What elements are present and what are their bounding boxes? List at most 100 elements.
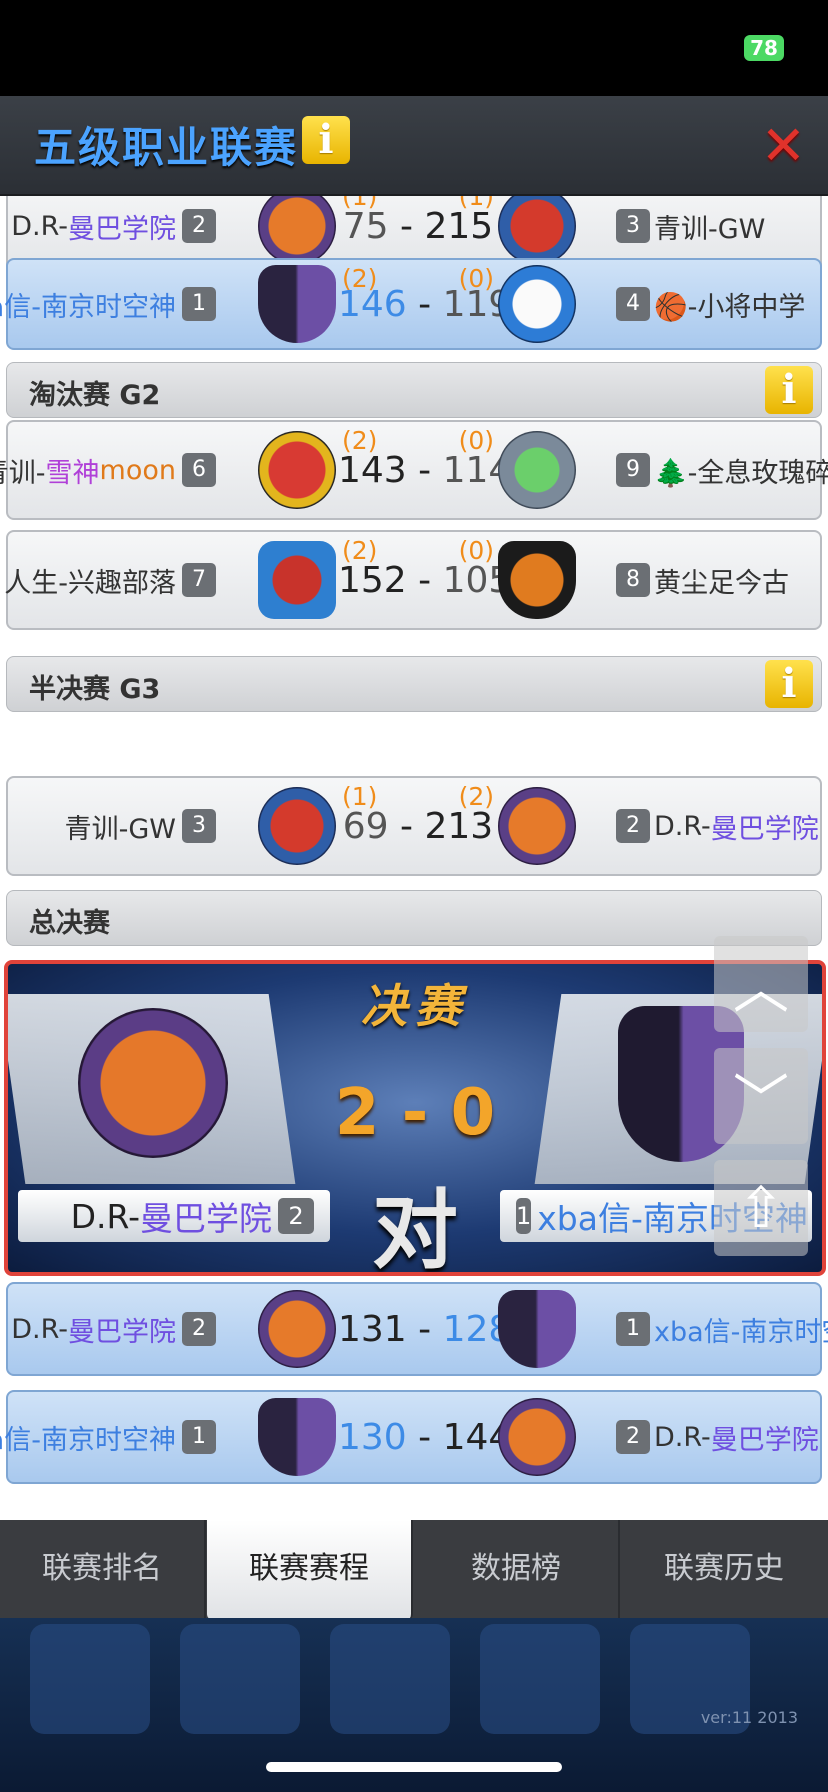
team-left: 人生-兴趣部落 7 — [4, 532, 216, 628]
tab-league-history[interactable]: 联赛历史 — [621, 1520, 827, 1618]
team-logo-icon — [498, 196, 576, 265]
tab-stats[interactable]: 数据榜 — [414, 1520, 620, 1618]
team-logo-icon — [258, 787, 336, 865]
scroll-down-button[interactable]: ﹀ — [714, 1048, 808, 1144]
team-logo-icon — [258, 431, 336, 509]
info-icon[interactable]: i — [765, 660, 813, 708]
team-logo-icon — [258, 265, 336, 343]
score: 146 - 119 — [338, 284, 512, 325]
section-header-g2: 淘汰赛 G2 i — [6, 362, 822, 418]
score: 152 - 105 — [338, 560, 512, 601]
seed-badge: 2 — [182, 209, 216, 243]
match-row[interactable]: xba信-南京时空神1 130 - 144 2D.R-曼巴学院 — [0, 1390, 822, 1484]
team-name: 雪神 — [45, 457, 100, 489]
team-name: xba信-南京时空神 — [654, 1316, 828, 1348]
team-logo-icon — [258, 541, 336, 619]
version-label: ver:11 2013 — [700, 1708, 798, 1727]
match-row[interactable]: D.R-曼巴学院2 131 - 128 1xba信-南京时空神 — [6, 1282, 828, 1376]
team-logo-icon — [258, 1398, 336, 1476]
match-row[interactable]: 青训-GW 3 (1) (2) 69 - 213 2 D.R- 曼巴学院 — [6, 776, 822, 876]
team-name: 🌲-全息玫瑰碎片 — [654, 457, 828, 489]
close-icon[interactable]: ✕ — [761, 118, 806, 174]
blurred-icon — [480, 1624, 600, 1734]
seed-badge: 1 — [616, 1312, 650, 1346]
match-row[interactable]: xba信-南京时空神1 (2) (0) 146 - 119 4🏀-小将中学 — [0, 258, 822, 350]
section-header-final: 总决赛 — [6, 890, 822, 946]
blurred-icon — [30, 1624, 150, 1734]
seed-badge: 1 — [182, 287, 216, 321]
team-name: 人生-兴趣部落 — [4, 567, 176, 599]
seed-badge: 2 — [616, 1420, 650, 1454]
final-banner[interactable]: 决赛 2 - 0 对 D.R- 曼巴学院 2 1 xba信-南京时空神 — [4, 960, 826, 1276]
score: 131 - 128 — [338, 1309, 512, 1350]
team-logo-icon — [258, 1290, 336, 1368]
match-row[interactable]: 人生-兴趣部落 7 (2) (0) 152 - 105 8 黄尘足今古 — [4, 530, 822, 630]
team-name: 曼巴学院 — [68, 213, 176, 245]
match-row[interactable]: 青训-雪神moon6 (2) (0) 143 - 114 9🌲-全息玫瑰碎片 — [0, 420, 828, 520]
section-title: 总决赛 — [29, 908, 110, 939]
team-left: 青训-GW 3 — [65, 778, 216, 874]
seed-badge: 2 — [182, 1312, 216, 1346]
score-right: 215 — [424, 206, 494, 247]
seed-badge: 3 — [616, 209, 650, 243]
tab-league-schedule[interactable]: 联赛赛程 — [207, 1520, 413, 1620]
team-left: xba信-南京时空神1 — [0, 1392, 216, 1482]
team-name: 🏀-小将中学 — [654, 291, 806, 323]
seed-badge: 7 — [182, 563, 216, 597]
team-prefix: D.R- — [654, 1421, 711, 1453]
seed-badge: 3 — [182, 809, 216, 843]
team-name: xba信-南京时空神 — [0, 291, 176, 323]
seed-badge: 6 — [182, 453, 216, 487]
team-right: 1xba信-南京时空神 — [616, 1284, 828, 1374]
team-prefix: D.R- — [11, 1313, 68, 1345]
info-icon[interactable]: i — [765, 366, 813, 414]
score-left: 143 — [338, 450, 407, 491]
score: 130 - 144 — [338, 1417, 512, 1458]
section-header-g3: 半决赛 G3 i — [6, 656, 822, 712]
team-logo-icon — [498, 265, 576, 343]
seed-badge: 8 — [616, 563, 650, 597]
tab-league-ranking[interactable]: 联赛排名 — [0, 1520, 206, 1618]
team-left: xba信-南京时空神1 — [0, 260, 216, 348]
team-right: 4 🏀-小将中学 — [616, 260, 805, 348]
final-series-score: 2 - 0 — [334, 1076, 496, 1150]
section-title: 淘汰赛 G2 — [29, 380, 161, 411]
schedule-list[interactable]: D.R-曼巴学院2 (1) (1) 75 - 215 3青训-GW xba信-南… — [0, 196, 828, 1520]
score: 69 - 213 — [342, 806, 494, 847]
team-logo-icon — [498, 787, 576, 865]
score-right: 213 — [424, 806, 494, 847]
team-name: 曼巴学院 — [710, 1424, 819, 1456]
page-title: 五级职业联赛 — [34, 123, 299, 172]
scroll-up-button[interactable]: ︿ — [714, 936, 808, 1032]
status-bar: 78 — [0, 0, 828, 96]
home-indicator[interactable] — [266, 1762, 562, 1772]
team-left: 青训-雪神moon6 — [0, 422, 216, 518]
score-left: 75 — [342, 206, 389, 247]
team-name: xba信-南京时空神 — [0, 1424, 176, 1456]
final-label: 决赛 — [361, 979, 469, 1033]
team-name: 青训-GW — [64, 813, 176, 845]
score: 143 - 114 — [338, 450, 512, 491]
team-name: 黄尘足今古 — [654, 567, 789, 599]
score-block: 130 - 144 — [338, 1392, 512, 1482]
seed-badge: 2 — [616, 809, 650, 843]
blurred-icon — [330, 1624, 450, 1734]
seed-badge: 9 — [616, 453, 650, 487]
team-prefix: D.R- — [654, 810, 711, 842]
team-logo-icon — [498, 1290, 576, 1368]
battery-indicator: 78 — [744, 35, 784, 61]
score-left: 69 — [342, 806, 389, 847]
info-icon[interactable]: i — [302, 116, 350, 164]
team-name: 青训-GW — [654, 213, 766, 245]
scroll-top-button[interactable]: ⇧ — [714, 1160, 808, 1256]
team-name: 曼巴学院 — [140, 1199, 272, 1238]
blurred-icon — [180, 1624, 300, 1734]
final-team-left: D.R- 曼巴学院 2 — [18, 1190, 330, 1242]
score-left: 146 — [338, 284, 407, 325]
team-right: 2 D.R- 曼巴学院 — [616, 778, 819, 874]
team-right: 9🌲-全息玫瑰碎片 — [616, 422, 828, 518]
seed-badge: 1 — [182, 1420, 216, 1454]
score-left: 131 — [338, 1309, 407, 1350]
team-right: 8 黄尘足今古 — [616, 532, 789, 628]
team-suffix: moon — [99, 454, 176, 486]
